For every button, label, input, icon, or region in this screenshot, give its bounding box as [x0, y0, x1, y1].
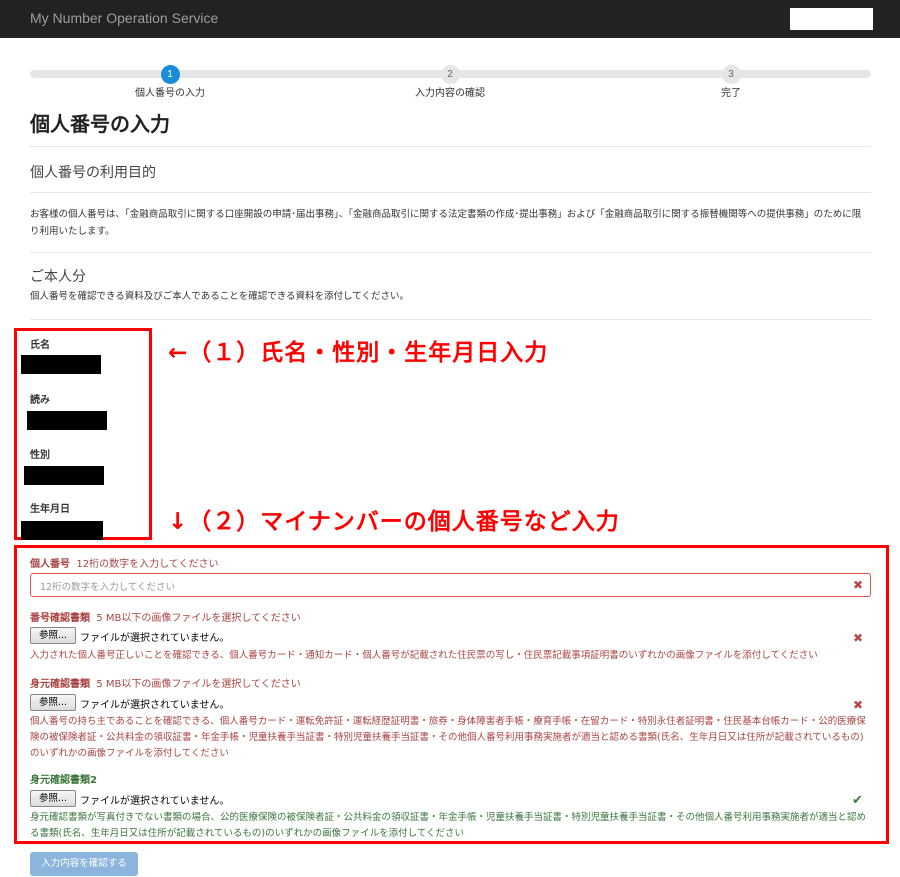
name-label: 氏名: [30, 340, 50, 351]
number-doc-file-input[interactable]: 参照... ファイルが選択されていません。: [30, 627, 330, 645]
check-icon: ✔: [852, 793, 863, 808]
step-3-circle: 3: [721, 65, 741, 84]
identity-doc2-field-label: 身元確認書類2: [30, 771, 97, 786]
number-doc-file-status: ファイルが選択されていません。: [80, 633, 230, 644]
step-1-label: 個人番号の入力: [135, 88, 205, 99]
step-3: 3 完了: [661, 65, 801, 99]
step-2-circle: 2: [440, 65, 460, 84]
confirm-input-button[interactable]: 入力内容を確認する: [30, 852, 138, 876]
number-doc-help: 入力された個人番号正しいことを確認できる、個人番号カード・通知カード・個人番号が…: [30, 650, 818, 661]
my-number-field-label: 個人番号 12桁の数字を入力してください: [30, 555, 218, 570]
birthdate-label: 生年月日: [30, 504, 70, 515]
divider: [30, 319, 871, 320]
identity-doc-file-input[interactable]: 参照... ファイルが選択されていません。: [30, 694, 330, 712]
identity-doc2-file-status: ファイルが選択されていません。: [80, 796, 230, 807]
divider: [30, 146, 871, 147]
identity-doc-label: 身元確認書類: [30, 679, 90, 690]
brand-title[interactable]: My Number Operation Service: [30, 10, 218, 26]
annotation-text-1: ←（１）氏名・性別・生年月日入力: [168, 340, 549, 366]
identity-doc-error: 5 MB以下の画像ファイルを選択してください: [96, 679, 301, 690]
step-3-label: 完了: [721, 88, 741, 99]
divider: [30, 252, 871, 253]
identity-doc2-help: 身元確認書類が写真付きでない書類の場合、公的医療保険の被保険者証・公共料金の領収…: [30, 812, 867, 839]
number-doc-label: 番号確認書類: [30, 613, 90, 624]
my-number-error: 12桁の数字を入力してください: [76, 559, 219, 570]
identity-doc-browse-button[interactable]: 参照...: [30, 694, 76, 711]
self-section-title: ご本人分: [30, 269, 86, 285]
my-number-placeholder: 12桁の数字を入力してください: [40, 582, 176, 593]
gender-label: 性別: [30, 450, 50, 461]
times-icon: ✖: [853, 631, 864, 645]
reading-value-redacted: [27, 411, 107, 430]
identity-doc-field-label: 身元確認書類 5 MB以下の画像ファイルを選択してください: [30, 675, 301, 690]
identity-doc2-label: 身元確認書類2: [30, 775, 97, 786]
step-1: 1 個人番号の入力: [100, 65, 240, 99]
identity-doc2-file-input[interactable]: 参照... ファイルが選択されていません。: [30, 790, 330, 808]
name-value-redacted: [21, 355, 101, 374]
number-doc-error: 5 MB以下の画像ファイルを選択してください: [96, 613, 301, 624]
identity-doc-file-status: ファイルが選択されていません。: [80, 700, 230, 711]
user-menu-redacted[interactable]: [790, 8, 873, 30]
step-1-circle: 1: [160, 65, 180, 84]
times-icon: ✖: [853, 698, 864, 712]
page-title: 個人番号の入力: [30, 112, 170, 136]
my-number-input[interactable]: 12桁の数字を入力してください ✖: [30, 573, 871, 597]
number-doc-browse-button[interactable]: 参照...: [30, 627, 76, 644]
birthdate-value-redacted: [21, 521, 103, 540]
reading-label: 読み: [30, 395, 50, 406]
purpose-title: 個人番号の利用目的: [30, 165, 156, 181]
step-2-label: 入力内容の確認: [415, 88, 485, 99]
divider: [30, 192, 871, 193]
step-2: 2 入力内容の確認: [380, 65, 520, 99]
number-doc-field-label: 番号確認書類 5 MB以下の画像ファイルを選択してください: [30, 609, 301, 624]
my-number-label: 個人番号: [30, 559, 70, 570]
annotation-text-2: ↓（２）マイナンバーの個人番号など入力: [168, 509, 620, 535]
identity-doc2-browse-button[interactable]: 参照...: [30, 790, 76, 807]
gender-value-redacted: [24, 466, 104, 485]
purpose-text: お客様の個人番号は、「金融商品取引に関する口座開設の申請･届出事務」、「金融商品…: [30, 209, 862, 237]
navbar: My Number Operation Service: [0, 0, 900, 38]
self-section-text: 個人番号を確認できる資料及びご本人であることを確認できる資料を添付してください。: [30, 291, 409, 302]
times-icon: ✖: [852, 578, 863, 592]
identity-doc-help: 個人番号の持ち主であることを確認できる、個人番号カード・運転免許証・運転経歴証明…: [30, 716, 866, 759]
